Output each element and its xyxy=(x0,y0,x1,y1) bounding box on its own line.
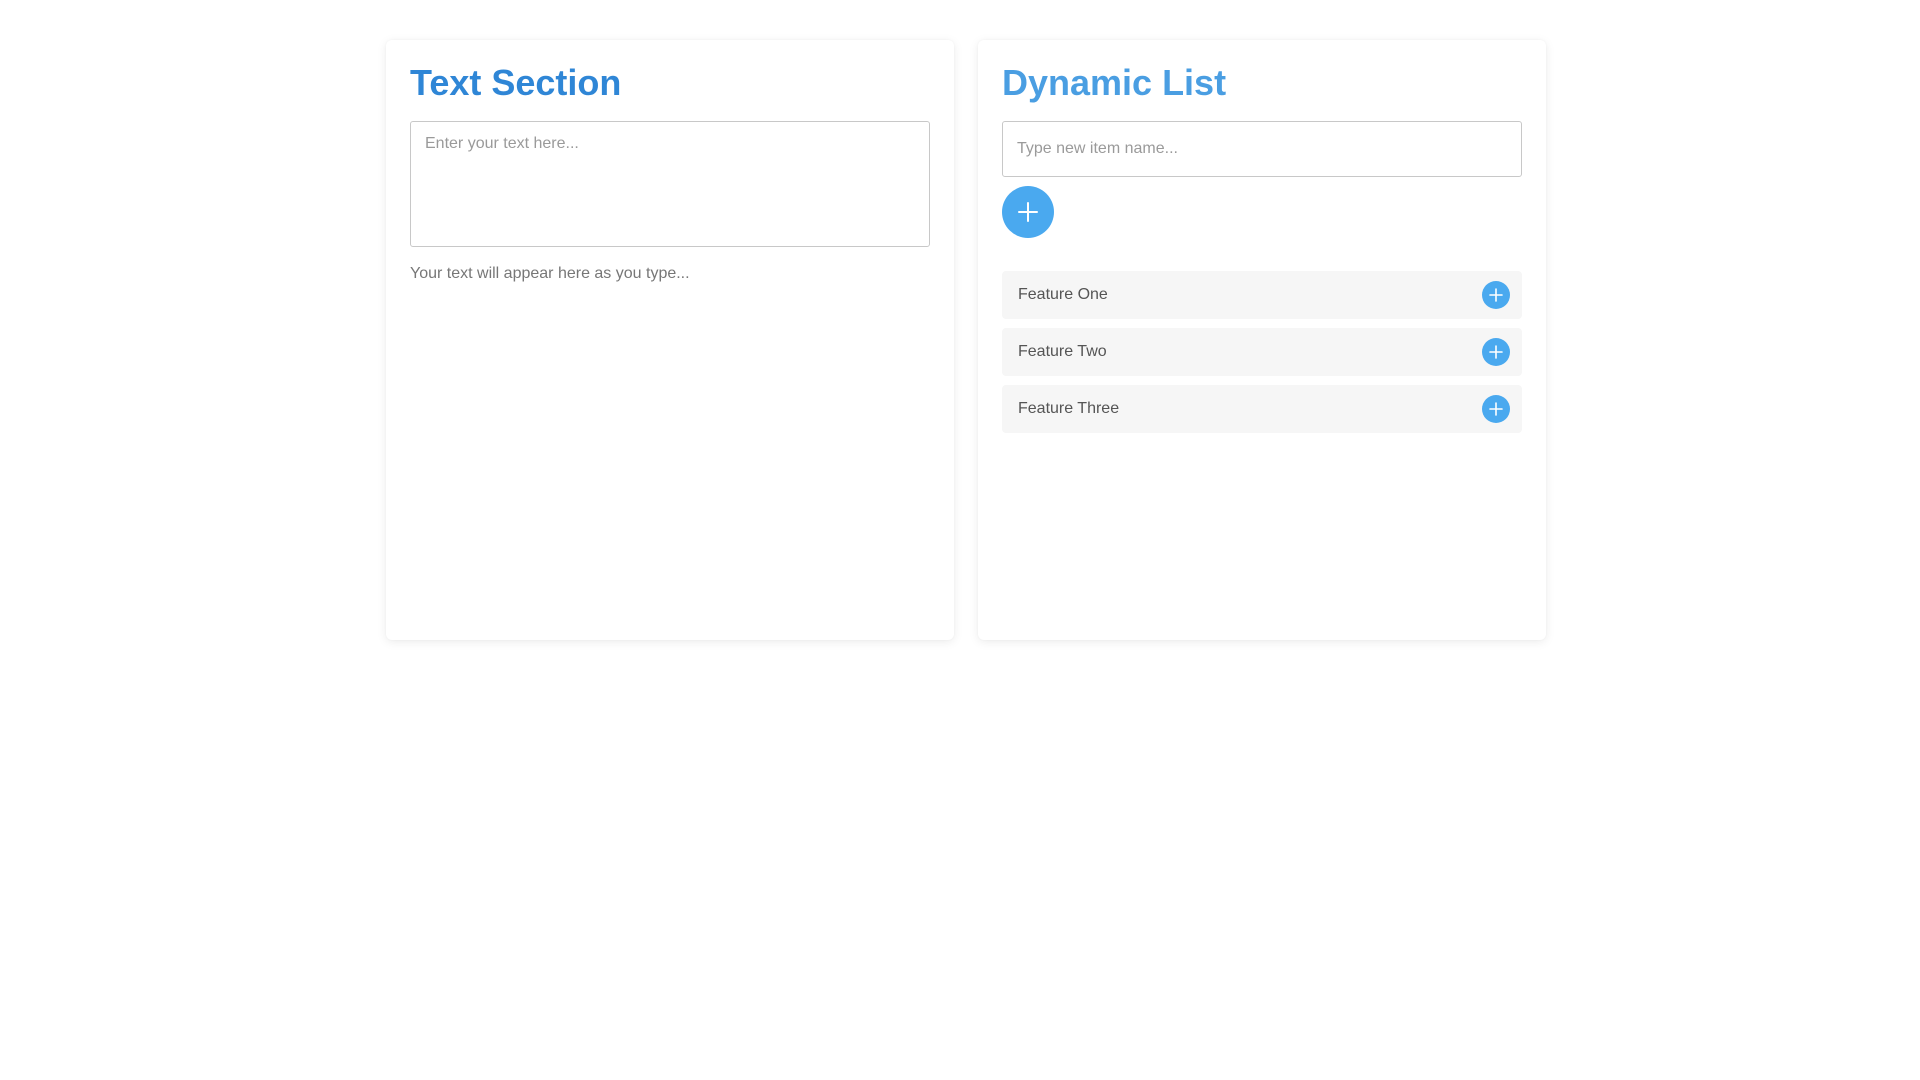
list-item-label: Feature Three xyxy=(1018,400,1120,417)
text-section-card: Text Section Your text will appear here … xyxy=(386,40,954,640)
plus-icon xyxy=(1018,202,1038,222)
plus-icon xyxy=(1489,288,1503,302)
plus-icon xyxy=(1489,345,1503,359)
plus-icon xyxy=(1489,402,1503,416)
list-item-add-button[interactable] xyxy=(1482,395,1510,423)
feature-list: Feature One Feature Two Feature Three xyxy=(1002,271,1522,433)
text-input-area[interactable] xyxy=(410,121,930,247)
text-section-title: Text Section xyxy=(410,62,622,103)
dynamic-list-card: Dynamic List Feature One Feature Two xyxy=(978,40,1546,640)
list-item-label: Feature One xyxy=(1018,286,1108,303)
new-item-input[interactable] xyxy=(1002,121,1522,177)
list-item: Feature Two xyxy=(1002,328,1522,376)
add-item-button[interactable] xyxy=(1002,186,1054,238)
list-item-add-button[interactable] xyxy=(1482,338,1510,366)
list-item: Feature Three xyxy=(1002,385,1522,433)
list-item-add-button[interactable] xyxy=(1482,281,1510,309)
main-container: Text Section Your text will appear here … xyxy=(386,40,1546,640)
text-preview: Your text will appear here as you type..… xyxy=(410,265,690,282)
list-item-label: Feature Two xyxy=(1018,343,1107,360)
dynamic-list-title: Dynamic List xyxy=(1002,62,1227,103)
list-item: Feature One xyxy=(1002,271,1522,319)
